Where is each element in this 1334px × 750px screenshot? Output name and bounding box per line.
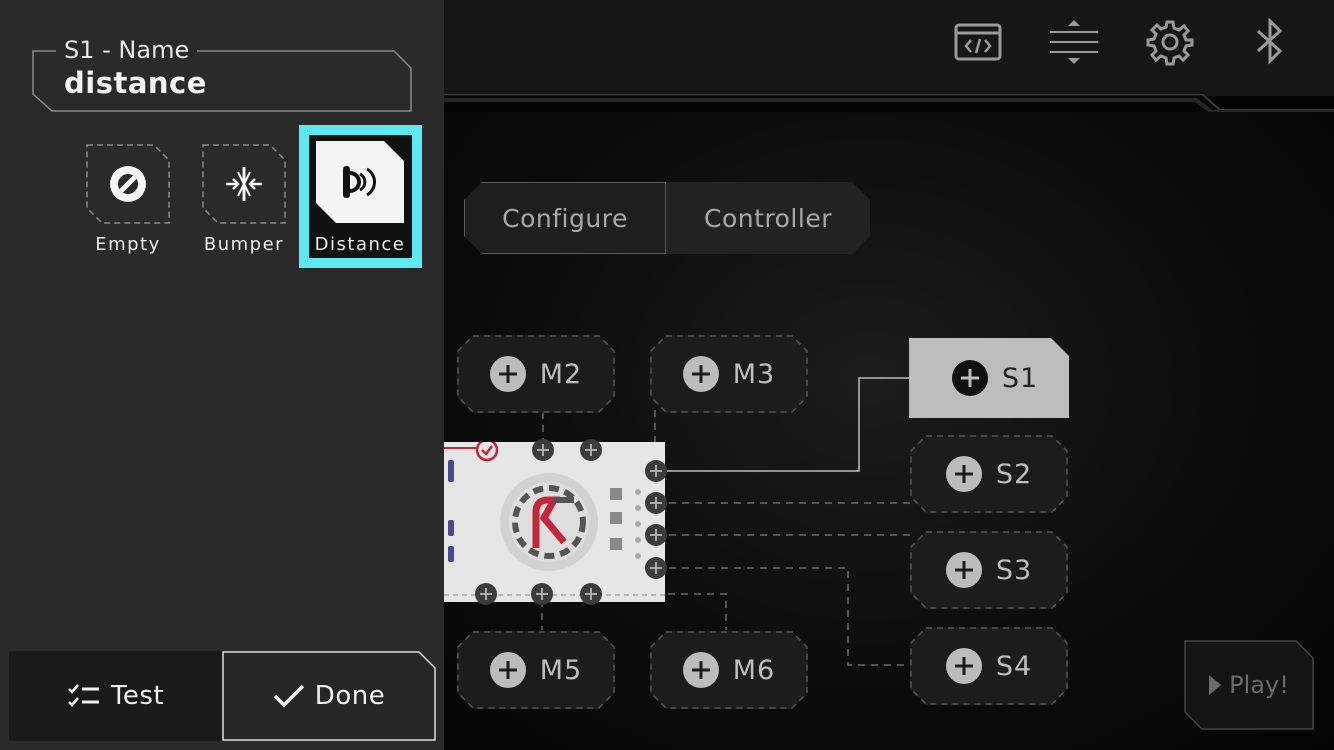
- add-icon: [945, 456, 982, 492]
- name-field-label: S1 - Name: [56, 36, 198, 64]
- empty-icon: [110, 166, 146, 202]
- robot-brain-board: [444, 439, 667, 605]
- name-field-value[interactable]: distance: [64, 66, 207, 100]
- distance-sensor-icon: [343, 166, 377, 198]
- port-connector: [645, 524, 667, 546]
- add-icon: [945, 552, 982, 588]
- add-icon: [682, 356, 719, 392]
- sensor-type-label: Empty: [95, 234, 161, 255]
- port-label: S2: [995, 458, 1033, 490]
- add-icon: [489, 652, 526, 688]
- port-s4[interactable]: S4: [910, 627, 1068, 705]
- port-s3[interactable]: S3: [910, 531, 1068, 609]
- port-connector: [475, 583, 497, 605]
- port-connector: [532, 439, 554, 461]
- port-label: M2: [539, 358, 583, 390]
- port-s2[interactable]: S2: [910, 435, 1068, 513]
- sensor-type-empty[interactable]: [86, 144, 170, 224]
- play-button[interactable]: Play!: [1184, 640, 1314, 730]
- play-label: Play!: [1229, 671, 1289, 699]
- done-button[interactable]: Done: [222, 651, 436, 741]
- checkmark-icon: [273, 684, 305, 708]
- port-m5[interactable]: M5: [457, 631, 615, 709]
- port-label: M6: [732, 654, 776, 686]
- sensor-type-bumper[interactable]: [202, 144, 286, 224]
- port-label: S3: [995, 554, 1033, 586]
- bumper-icon: [226, 167, 262, 201]
- port-m6[interactable]: M6: [650, 631, 808, 709]
- port-connector: [645, 460, 667, 482]
- port-label: S4: [995, 650, 1033, 682]
- add-icon: [951, 360, 988, 396]
- play-icon: [1209, 675, 1222, 695]
- port-connector: [580, 583, 602, 605]
- port-connector: [645, 492, 667, 514]
- test-button[interactable]: Test: [9, 651, 222, 741]
- test-label: Test: [110, 681, 165, 711]
- done-label: Done: [314, 681, 386, 711]
- port-label: M3: [732, 358, 776, 390]
- add-icon: [945, 648, 982, 684]
- port-connector: [531, 583, 553, 605]
- port-config-panel: S1 - Name distance Empty Bumper Distance…: [0, 0, 444, 750]
- add-icon: [682, 652, 719, 688]
- port-label: M5: [539, 654, 583, 686]
- port-m2[interactable]: M2: [457, 335, 615, 413]
- sensor-type-label: Distance: [314, 234, 406, 255]
- port-m3[interactable]: M3: [650, 335, 808, 413]
- port-label: S1: [1001, 362, 1039, 394]
- checklist-icon: [68, 684, 99, 707]
- port-connector: [580, 439, 602, 461]
- port-connector: [645, 557, 667, 579]
- sensor-type-label: Bumper: [203, 234, 285, 255]
- port-s1[interactable]: S1: [909, 338, 1069, 418]
- add-icon: [489, 356, 526, 392]
